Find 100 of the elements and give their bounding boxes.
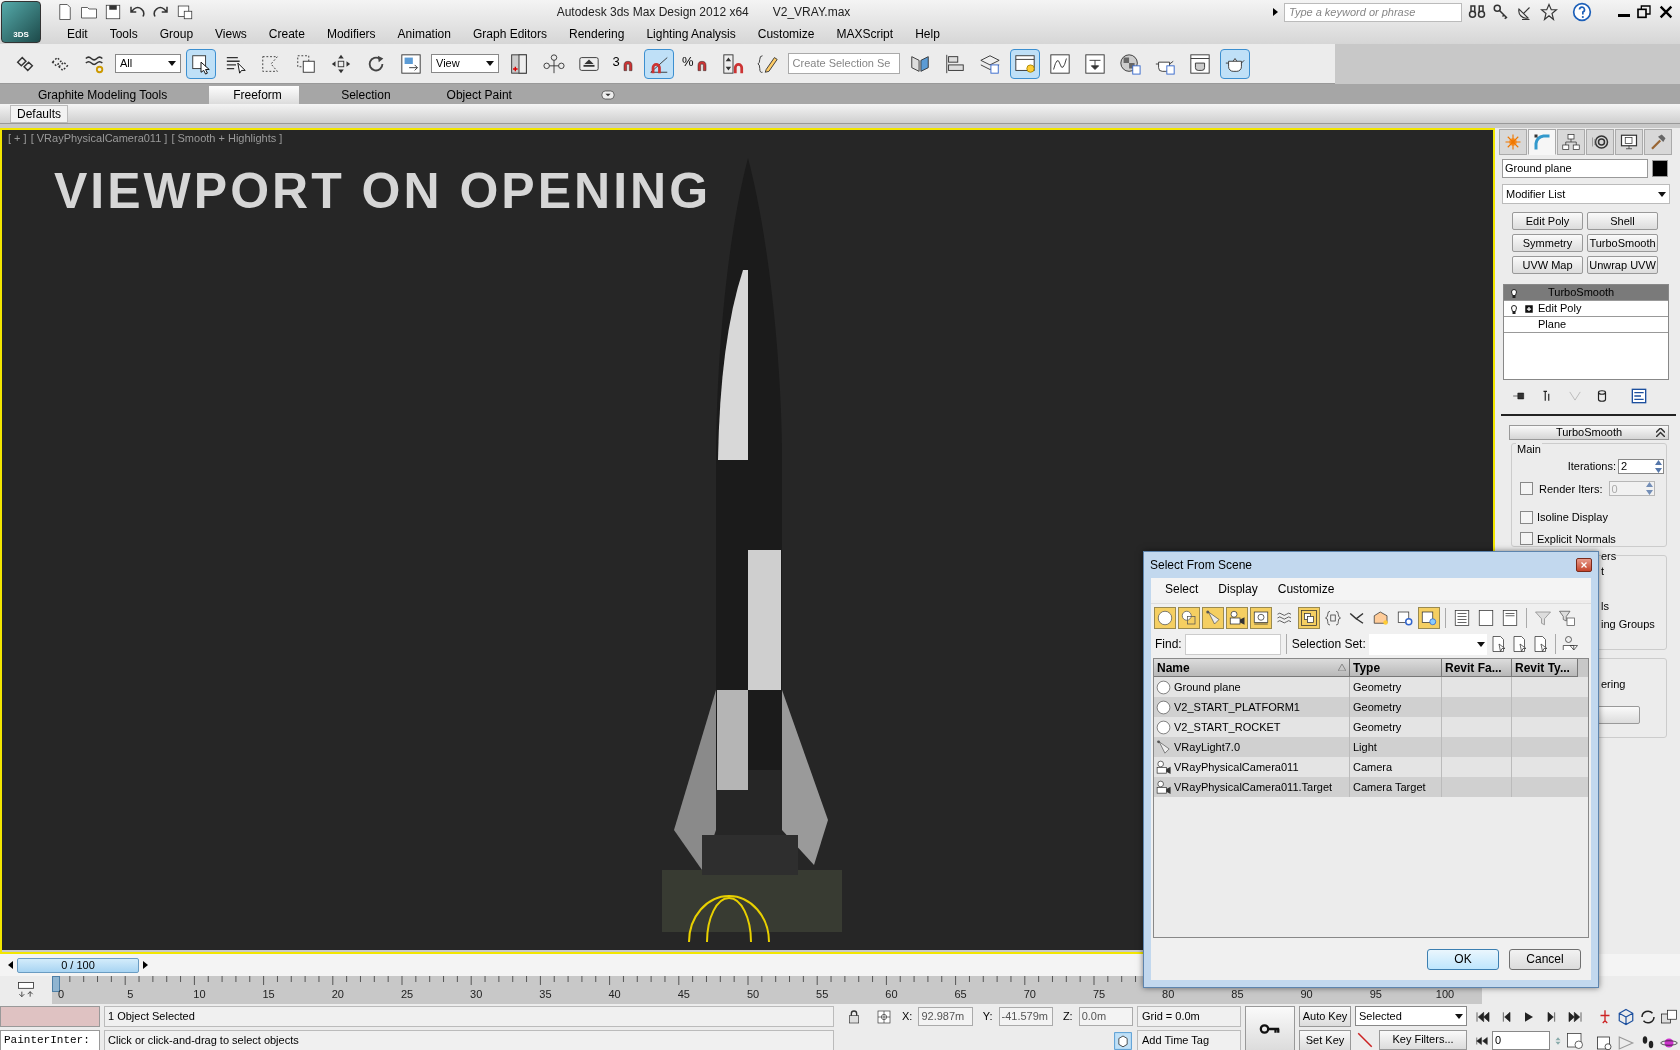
coord-field[interactable]: -41.579m bbox=[998, 1007, 1053, 1026]
filter-toggle[interactable] bbox=[1202, 606, 1224, 629]
scale-icon bbox=[400, 52, 422, 75]
table-row[interactable]: Ground plane Geometry bbox=[1154, 677, 1588, 697]
menu-item[interactable]: Animation bbox=[386, 25, 462, 43]
key-mode-dropdown[interactable]: Selected bbox=[1355, 1006, 1467, 1026]
checkbox[interactable] bbox=[1520, 482, 1533, 496]
set-key-button[interactable]: Set Key bbox=[1299, 1030, 1351, 1050]
menu-item[interactable]: Create bbox=[257, 25, 316, 43]
viewport-label[interactable]: [ Smooth + Highlights ] bbox=[171, 130, 283, 147]
coord-field[interactable]: 92.987m bbox=[918, 1007, 973, 1026]
column-header[interactable]: Type bbox=[1350, 659, 1442, 677]
menu-item[interactable]: MAXScript bbox=[825, 25, 905, 43]
filter-toggle[interactable] bbox=[1250, 606, 1272, 629]
menu-item[interactable]: Views bbox=[204, 25, 258, 43]
ribbon-tab[interactable]: Graphite Modeling Tools bbox=[14, 86, 192, 104]
filter-toggle[interactable] bbox=[1178, 606, 1200, 629]
column-header[interactable]: Revit Fa... bbox=[1442, 659, 1512, 677]
stack-item[interactable]: Edit Poly bbox=[1504, 301, 1668, 317]
frame-ruler[interactable]: 0 5 10 15 20 25 30 35 40 45 50 55 60 65 70 75 80 85 90 95 100 bbox=[52, 976, 1482, 1004]
toolbar-button[interactable] bbox=[1009, 48, 1040, 79]
filter-toggle[interactable] bbox=[1418, 606, 1440, 629]
menu-item[interactable]: Help bbox=[904, 25, 951, 43]
filter-toggle[interactable] bbox=[1298, 606, 1320, 629]
modifier-list-dropdown[interactable]: Modifier List bbox=[1502, 184, 1670, 204]
app-button[interactable]: 3DS bbox=[1, 1, 41, 43]
expand-arrow-icon[interactable] bbox=[1273, 8, 1278, 16]
close-button[interactable] bbox=[1576, 558, 1592, 572]
dialog-menu-item[interactable]: Display bbox=[1218, 580, 1258, 598]
dialog-menu-item[interactable]: Select bbox=[1165, 580, 1199, 598]
column-header[interactable]: Name bbox=[1154, 659, 1350, 677]
panel-tab[interactable] bbox=[1615, 129, 1643, 155]
stack-item[interactable]: Plane bbox=[1504, 317, 1668, 333]
frame-counter[interactable]: 0 / 100 bbox=[17, 957, 139, 973]
find-field[interactable] bbox=[1184, 633, 1281, 655]
snap-toggle[interactable]: 3 bbox=[609, 48, 639, 79]
cancel-button[interactable]: Cancel bbox=[1509, 948, 1581, 970]
modifier-button[interactable]: Edit Poly bbox=[1512, 212, 1583, 230]
named-selection-field[interactable]: Create Selection Se bbox=[787, 53, 900, 74]
panel-tab[interactable] bbox=[1586, 129, 1614, 155]
menu-item[interactable]: Rendering bbox=[558, 25, 636, 43]
coord-field[interactable]: 0.0m bbox=[1078, 1007, 1133, 1026]
ribbon-panel-tab[interactable]: Defaults bbox=[10, 104, 69, 123]
table-row[interactable]: VRayPhysicalCamera011 Camera bbox=[1154, 757, 1588, 777]
viewport-label[interactable]: [ VRayPhysicalCamera011 ] bbox=[30, 130, 168, 147]
auto-key-button[interactable]: Auto Key bbox=[1299, 1006, 1351, 1027]
help-icon bbox=[1572, 2, 1592, 22]
listener-color-box[interactable] bbox=[0, 1006, 100, 1027]
column-header[interactable]: Revit Ty... bbox=[1512, 659, 1578, 677]
checkbox[interactable] bbox=[1520, 510, 1533, 524]
listener-field[interactable]: PainterInter: bbox=[0, 1030, 100, 1050]
stack-item[interactable]: TurboSmooth bbox=[1504, 285, 1668, 301]
dialog-menu-item[interactable]: Customize bbox=[1277, 580, 1335, 598]
menu-item[interactable]: Tools bbox=[98, 25, 149, 43]
checkbox[interactable] bbox=[1520, 532, 1533, 546]
modifier-button[interactable]: UVW Map bbox=[1512, 256, 1583, 274]
menu-item[interactable]: Lighting Analysis bbox=[635, 25, 747, 43]
key-filters-button[interactable]: Key Filters... bbox=[1379, 1029, 1467, 1050]
schematic-icon bbox=[1083, 52, 1106, 75]
table-row[interactable]: VRayPhysicalCamera011.Target Camera Target bbox=[1154, 777, 1588, 797]
search-field[interactable]: Type a keyword or phrase bbox=[1284, 2, 1462, 22]
color-swatch[interactable] bbox=[1652, 160, 1668, 177]
table-row[interactable]: VRayLight7.0 Light bbox=[1154, 737, 1588, 757]
ribbon-tab[interactable]: Selection bbox=[317, 86, 415, 104]
snap-toggle[interactable]: % bbox=[679, 48, 713, 79]
modifier-button[interactable]: Unwrap UVW bbox=[1587, 256, 1658, 274]
dropdown[interactable]: All bbox=[115, 54, 181, 73]
scroll-left-arrow[interactable] bbox=[8, 961, 13, 969]
filter-toggle[interactable] bbox=[1154, 606, 1176, 629]
add-time-tag[interactable]: Add Time Tag bbox=[1137, 1030, 1241, 1050]
menu-item[interactable]: Edit bbox=[56, 25, 99, 43]
toolbar-button[interactable] bbox=[1219, 48, 1250, 79]
table-row[interactable]: V2_START_ROCKET Geometry bbox=[1154, 717, 1588, 737]
menu-item[interactable]: Group bbox=[148, 25, 205, 43]
ribbon-tab[interactable]: Freeform bbox=[209, 86, 300, 104]
collapse-icon[interactable] bbox=[1656, 428, 1665, 437]
ribbon-tab[interactable]: Object Paint bbox=[422, 86, 536, 104]
menu-item[interactable]: Modifiers bbox=[315, 25, 387, 43]
dropdown[interactable]: View bbox=[431, 54, 499, 73]
iterations-spinner[interactable]: 2 bbox=[1618, 458, 1664, 474]
bulb-box-icon bbox=[1420, 608, 1438, 627]
minimize-icon[interactable] bbox=[1618, 13, 1630, 17]
toolbar-button[interactable] bbox=[186, 48, 216, 79]
object-name-field[interactable]: Ground plane bbox=[1502, 159, 1648, 178]
modifier-button[interactable]: Symmetry bbox=[1512, 234, 1583, 252]
scroll-right-arrow[interactable] bbox=[143, 961, 148, 969]
arc-icon bbox=[1533, 133, 1551, 151]
rollout-header[interactable]: TurboSmooth bbox=[1509, 425, 1669, 440]
ok-button[interactable]: OK bbox=[1427, 948, 1499, 970]
key-button[interactable] bbox=[1245, 1006, 1295, 1050]
modifier-button[interactable]: Shell bbox=[1587, 212, 1658, 230]
table-row[interactable]: V2_START_PLATFORM1 Geometry bbox=[1154, 697, 1588, 717]
modifier-button[interactable]: TurboSmooth bbox=[1587, 234, 1658, 252]
panel-tab[interactable] bbox=[1557, 129, 1585, 155]
menu-item[interactable]: Customize bbox=[746, 25, 826, 43]
viewport-label[interactable]: [ + ] bbox=[8, 130, 27, 147]
boxes-icon bbox=[1660, 1008, 1679, 1027]
menu-item[interactable]: Graph Editors bbox=[461, 25, 558, 43]
frame-field[interactable]: 0 bbox=[1492, 1031, 1550, 1050]
time-marker[interactable] bbox=[52, 976, 60, 992]
